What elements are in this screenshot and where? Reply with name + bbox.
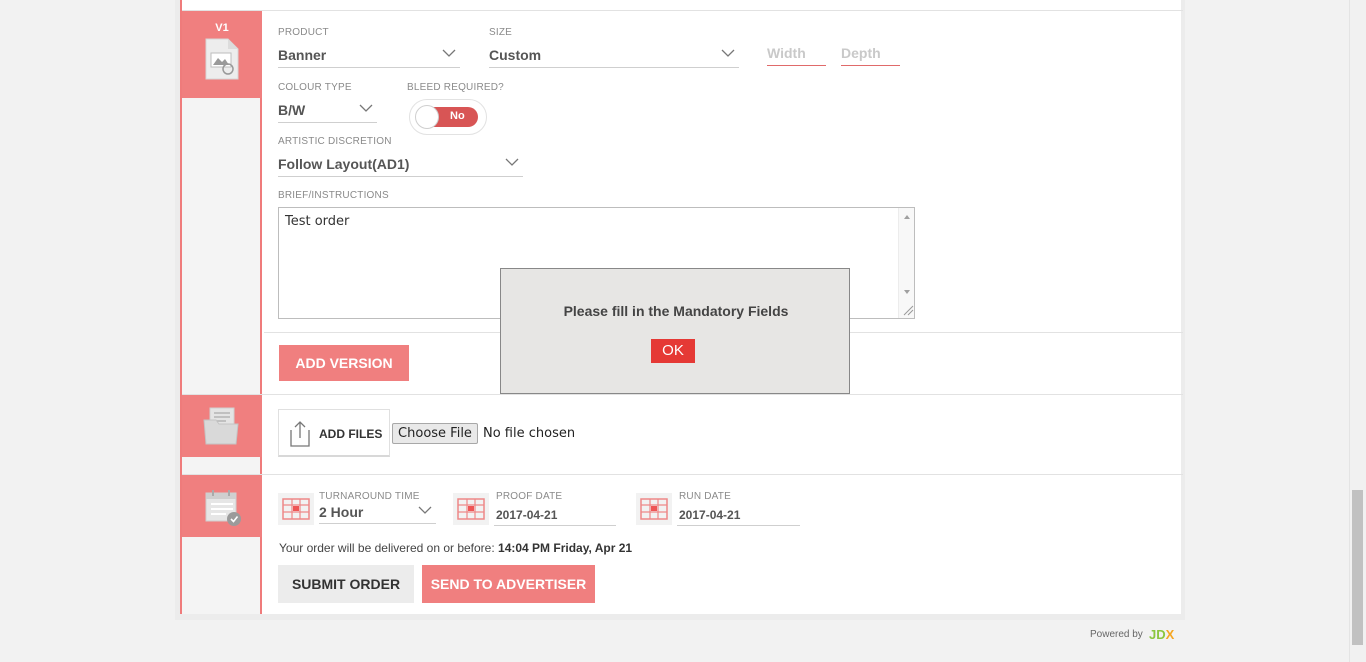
jdx-logo-b: X [1165,627,1175,642]
send-to-advertiser-button[interactable]: SEND TO ADVERTISER [422,565,595,603]
section-divider [182,394,1183,395]
add-files-button[interactable]: ADD FILES [278,409,390,457]
submit-order-button[interactable]: SUBMIT ORDER [278,565,414,603]
textarea-scrollbar[interactable] [898,208,914,318]
depth-input[interactable]: Depth [841,42,900,66]
colour-type-select[interactable]: B/W [278,99,377,123]
bleed-toggle[interactable]: No [409,99,487,135]
product-value: Banner [278,47,327,63]
artistic-label: ARTISTIC DISCRETION [278,136,392,147]
colour-type-value: B/W [278,102,306,118]
delivery-time: 14:04 PM Friday, Apr 21 [498,541,633,555]
chevron-down-icon [505,158,519,166]
brief-label: BRIEF/INSTRUCTIONS [278,190,389,201]
calendar-icon [282,498,310,520]
artistic-value: Follow Layout(AD1) [278,156,410,172]
run-date-field[interactable]: 2017-04-21 [677,500,800,526]
add-version-button[interactable]: ADD VERSION [279,345,409,381]
jdx-logo[interactable]: JDX [1149,627,1174,642]
bleed-toggle-text: No [450,110,465,122]
version-tag: V1 [215,22,229,34]
scroll-down-icon [904,290,910,294]
turnaround-calendar [278,493,314,525]
calendar-icon [457,498,485,520]
file-status: No file chosen [483,426,576,441]
size-value: Custom [489,47,542,63]
scroll-up-icon [904,215,910,219]
calendar-check-icon [205,490,241,526]
calendar-icon [640,498,668,520]
product-select[interactable]: Banner [278,44,460,68]
run-date-calendar[interactable] [636,493,672,525]
delivery-prefix: Your order will be delivered on or befor… [279,541,495,555]
chevron-down-icon [359,104,373,112]
add-files-label: ADD FILES [319,427,383,441]
alert-dialog: Please fill in the Mandatory Fields OK [500,268,850,394]
upload-icon [290,421,310,447]
proof-date-calendar[interactable] [453,493,489,525]
image-file-icon [205,38,239,80]
chevron-down-icon [418,506,432,514]
brief-value: Test order [285,214,350,229]
schedule-side-box [182,475,262,537]
jdx-logo-a: JD [1149,627,1166,642]
top-divider [182,10,1183,11]
powered-by-text: Powered by [1090,629,1143,640]
turnaround-value: 2 Hour [319,504,364,520]
delivery-note: Your order will be delivered on or befor… [279,541,632,555]
page-scrollbar-thumb[interactable] [1352,490,1363,645]
turnaround-select[interactable]: 2 Hour [319,502,436,524]
alert-message: Please fill in the Mandatory Fields [563,303,789,319]
section-divider [182,474,1183,475]
bleed-label: BLEED REQUIRED? [407,82,504,93]
run-date-value: 2017-04-21 [679,508,741,522]
chevron-down-icon [442,49,456,57]
turnaround-label: TURNAROUND TIME [319,491,420,502]
proof-date-value: 2017-04-21 [496,508,558,522]
resize-grip-icon[interactable] [902,304,914,316]
folder-icon [203,407,239,445]
colour-type-label: COLOUR TYPE [278,82,352,93]
width-input[interactable]: Width [767,42,826,66]
choose-file-button[interactable]: Choose File [392,423,478,444]
artistic-select[interactable]: Follow Layout(AD1) [278,153,523,177]
bleed-toggle-knob [415,105,439,129]
proof-date-field[interactable]: 2017-04-21 [494,500,616,526]
version-side-box: V1 [182,11,262,98]
chevron-down-icon [721,49,735,57]
size-select[interactable]: Custom [489,44,739,68]
product-label: PRODUCT [278,27,329,38]
size-label: SIZE [489,27,513,38]
bleed-toggle-track: No [415,105,478,129]
ok-button[interactable]: OK [651,339,695,363]
files-side-box [182,395,262,457]
